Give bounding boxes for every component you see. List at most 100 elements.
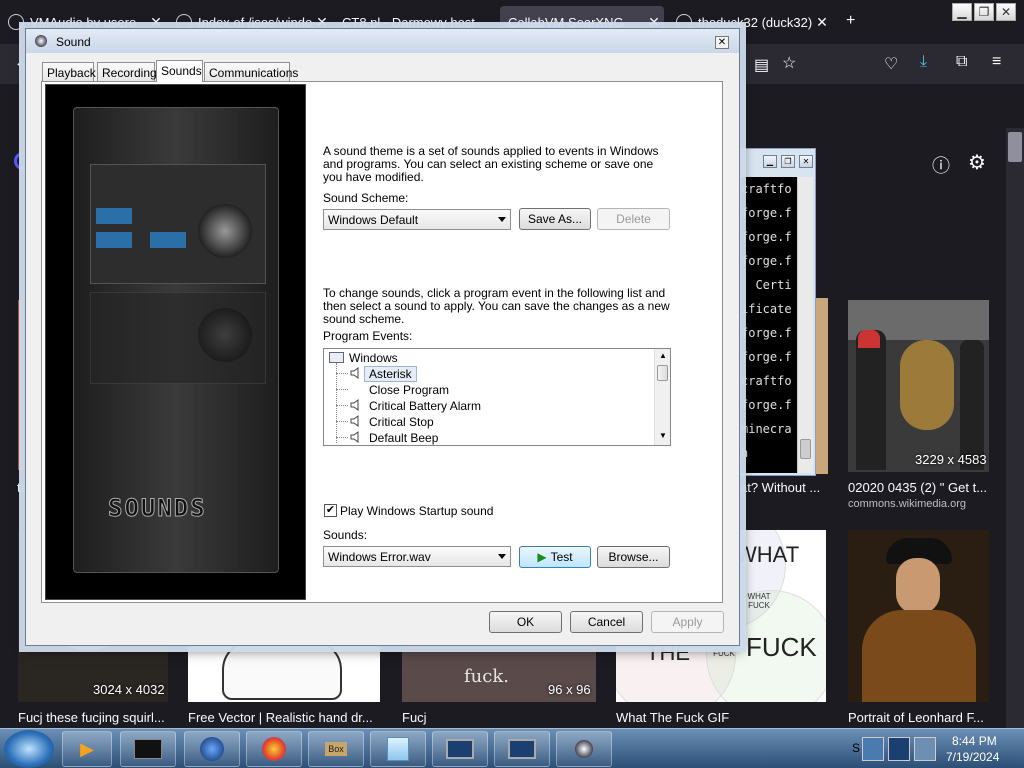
program-events-list[interactable]: Windows Asterisk Close Program Critical …: [323, 348, 671, 446]
reader-view-icon[interactable]: ▤: [754, 55, 769, 75]
start-button[interactable]: [4, 730, 54, 768]
scroll-up-icon[interactable]: ▲: [659, 351, 667, 360]
terminal-scrollbar[interactable]: [797, 177, 813, 473]
tray-volume-icon[interactable]: [914, 737, 936, 761]
minimize-icon[interactable]: ▁: [763, 155, 777, 168]
terminal-line: forge.f: [741, 230, 792, 244]
sounds-label: Sounds:: [323, 528, 368, 542]
startup-sound-label[interactable]: Play Windows Startup sound: [340, 505, 493, 518]
browse-button[interactable]: Browse...: [597, 546, 670, 568]
image-caption[interactable]: Free Vector | Realistic hand dr...: [188, 710, 378, 725]
image-caption[interactable]: at? Without ...: [740, 480, 826, 495]
tab-close-icon[interactable]: ✕: [812, 14, 832, 31]
image-caption[interactable]: Fucj: [402, 710, 482, 725]
terminal-output[interactable]: craftfo forge.f forge.f forge.f . Certi …: [741, 177, 797, 473]
taskbar: ▶ Box S 8:44 PM 7/19/2024: [0, 728, 1024, 768]
image-source[interactable]: commons.wikimedia.org: [848, 498, 966, 510]
menu-icon[interactable]: ≡: [992, 53, 1001, 71]
speaker-app-icon: [35, 35, 47, 47]
settings-gear-icon[interactable]: ⚙: [968, 150, 986, 175]
new-tab-icon[interactable]: +: [846, 12, 855, 30]
sounds-art-text: SOUNDS: [108, 494, 207, 523]
play-icon: ▶: [537, 550, 547, 564]
clock-time[interactable]: 8:44 PM: [952, 734, 997, 748]
globe-taskbar-icon[interactable]: [184, 731, 240, 767]
terminal-line: craftfo: [741, 182, 792, 196]
window-taskbar-icon[interactable]: [432, 731, 488, 767]
bookmark-star-icon[interactable]: ☆: [782, 53, 796, 73]
change-description: To change sounds, click a program event …: [323, 286, 670, 326]
image-caption[interactable]: 02020 0435 (2) " Get t...: [848, 480, 989, 495]
minimize-icon[interactable]: ▁: [952, 3, 972, 21]
sounds-tab-panel: SOUNDS A sound theme is a set of sounds …: [41, 81, 723, 603]
image-caption[interactable]: Portrait of Leonhard F...: [848, 710, 989, 725]
chevron-down-icon: [498, 217, 506, 222]
tree-line: [336, 421, 348, 422]
extensions-icon[interactable]: ⧉: [956, 53, 967, 71]
notepad-icon[interactable]: [370, 731, 426, 767]
maximize-icon[interactable]: ❐: [974, 3, 994, 21]
tree-line: [336, 405, 348, 406]
tree-line: [336, 389, 348, 390]
image-dimensions: 3229 x 4583: [915, 452, 987, 467]
window-taskbar-icon[interactable]: [494, 731, 550, 767]
event-item-close-program[interactable]: Close Program: [369, 383, 449, 397]
event-group-windows[interactable]: Windows: [349, 351, 398, 365]
cancel-button[interactable]: Cancel: [570, 611, 643, 633]
event-item-asterisk[interactable]: Asterisk: [364, 366, 417, 382]
image-caption[interactable]: What The Fuck GIF: [616, 710, 826, 725]
maximize-icon[interactable]: ❐: [781, 155, 795, 168]
download-icon[interactable]: ⤓: [920, 53, 927, 71]
venn-label: WHAT FUCK: [747, 592, 771, 610]
media-player-icon[interactable]: ▶: [62, 731, 112, 767]
sound-taskbar-icon[interactable]: [556, 731, 612, 767]
image-overlay-text: fuck.: [464, 666, 509, 687]
delete-button[interactable]: Delete: [597, 208, 670, 230]
save-as-button[interactable]: Save As...: [519, 208, 591, 230]
sound-scheme-dropdown[interactable]: Windows Default: [323, 209, 511, 230]
terminal-line: forge.f: [741, 206, 792, 220]
image-dimensions: 3024 x 4032: [93, 682, 165, 697]
tab-sounds[interactable]: Sounds: [156, 60, 203, 82]
tray-icon[interactable]: [862, 737, 884, 761]
tab-communications[interactable]: Communications: [204, 62, 298, 81]
tray-text: S: [852, 741, 861, 755]
terminal-line: h: [741, 446, 749, 460]
close-icon[interactable]: ✕: [715, 36, 729, 49]
clock-date[interactable]: 7/19/2024: [946, 750, 999, 764]
info-icon[interactable]: ⓘ: [932, 152, 950, 178]
image-result[interactable]: 3229 x 4583: [848, 300, 989, 472]
event-item-critical-stop[interactable]: Critical Stop: [369, 415, 434, 429]
program-events-label: Program Events:: [323, 329, 413, 343]
page-scrollbar[interactable]: [1006, 128, 1024, 728]
scroll-down-icon[interactable]: ▼: [659, 431, 667, 440]
image-dimensions: 96 x 96: [548, 682, 591, 697]
venn-label: FUCK: [746, 632, 817, 662]
tab-recording[interactable]: Recording: [97, 62, 157, 81]
close-icon[interactable]: ✕: [799, 155, 813, 168]
image-caption[interactable]: Fucj these fucjing squirl...: [18, 710, 168, 725]
dialog-title-bar[interactable]: Sound ✕: [26, 29, 739, 53]
startup-sound-checkbox[interactable]: ✔: [324, 504, 337, 517]
ok-button[interactable]: OK: [489, 611, 562, 633]
terminal-line: minecra: [741, 422, 792, 436]
sounds-dropdown[interactable]: Windows Error.wav: [323, 546, 511, 567]
pocket-icon[interactable]: ♡: [884, 54, 898, 74]
speaker-icon: [350, 367, 359, 379]
terminal-taskbar-icon[interactable]: [120, 731, 176, 767]
terminal-line: forge.f: [741, 350, 792, 364]
tray-network-icon[interactable]: [888, 737, 910, 761]
event-item-critical-battery-alarm[interactable]: Critical Battery Alarm: [369, 399, 481, 413]
tab-playback[interactable]: Playback: [42, 62, 96, 81]
speaker-icon: [350, 431, 359, 443]
firefox-icon[interactable]: [246, 731, 302, 767]
test-button[interactable]: ▶ Test: [519, 546, 591, 568]
box-app-icon[interactable]: Box: [308, 731, 364, 767]
close-icon[interactable]: ✕: [996, 3, 1016, 21]
events-scrollbar[interactable]: ▲ ▼: [654, 349, 670, 445]
event-item-default-beep[interactable]: Default Beep: [369, 431, 438, 445]
image-result[interactable]: [18, 300, 24, 470]
scroll-thumb[interactable]: [657, 365, 668, 381]
image-result[interactable]: [848, 530, 989, 702]
apply-button[interactable]: Apply: [651, 611, 724, 633]
